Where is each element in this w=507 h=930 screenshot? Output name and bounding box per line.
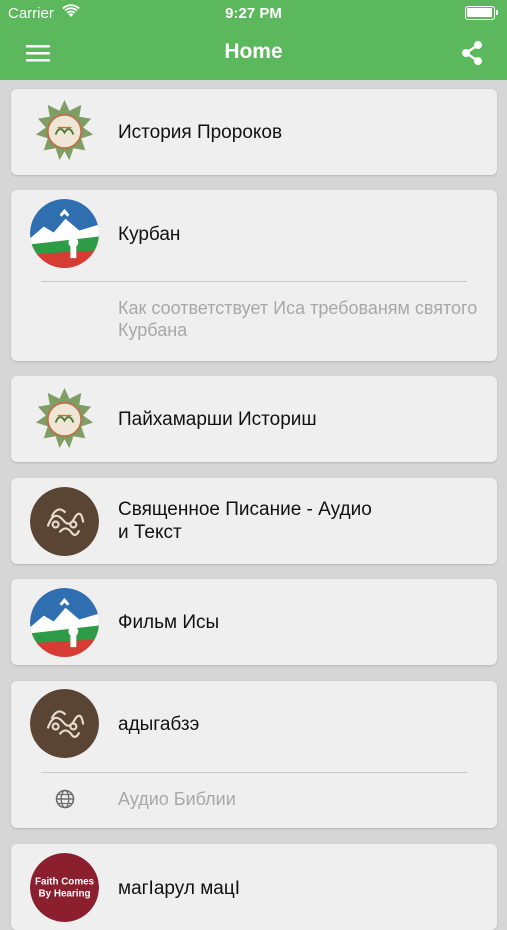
list-item[interactable]: Faith Comes By Hearing магIарул мацI (11, 844, 497, 930)
arabic-calligraphy-icon (30, 97, 99, 166)
brown-calligraphy-circle-icon (30, 487, 99, 556)
dagestan-landscape-icon (30, 199, 99, 268)
status-bar: Carrier 9:27 PM (0, 0, 507, 26)
item-subtitle[interactable]: Аудио Библии (118, 788, 477, 810)
item-title: Пайхамарши Историш (118, 409, 317, 430)
item-subtitle[interactable]: Как соответствует Иса требованям святого… (118, 297, 478, 341)
clock: 9:27 PM (225, 5, 282, 22)
list-item[interactable]: адыгабзэ Аудио Библии (11, 681, 497, 828)
arabic-calligraphy-icon (30, 385, 99, 454)
globe-icon (55, 789, 75, 809)
list-item[interactable]: Пайхамарши Историш (11, 376, 497, 462)
item-title: адыгабзэ (118, 714, 200, 735)
list-item[interactable]: Священное Писание - Аудио и Текст (11, 478, 497, 564)
divider (41, 281, 467, 282)
divider (41, 772, 467, 773)
faith-comes-by-hearing-logo: Faith Comes By Hearing (30, 853, 99, 922)
item-title: магIарул мацI (118, 878, 240, 899)
list-item[interactable]: Фильм Исы (11, 579, 497, 665)
brown-calligraphy-circle-icon (30, 689, 99, 758)
svg-text:Faith Comes: Faith Comes (35, 877, 95, 888)
list-item[interactable]: Курбан Как соответствует Иса требованям … (11, 190, 497, 361)
page-title: Home (224, 40, 283, 63)
svg-text:By Hearing: By Hearing (39, 888, 91, 899)
item-title: Священное Писание - Аудио и Текст (118, 499, 372, 543)
battery-icon (465, 6, 499, 20)
item-title: История Пророков (118, 122, 283, 143)
item-title: Фильм Исы (118, 612, 220, 633)
list-item[interactable]: История Пророков (11, 89, 497, 175)
item-title: Курбан (118, 224, 181, 245)
dagestan-landscape-icon (30, 588, 99, 657)
navigation-bar: Home (0, 26, 507, 80)
share-icon[interactable] (457, 38, 487, 68)
